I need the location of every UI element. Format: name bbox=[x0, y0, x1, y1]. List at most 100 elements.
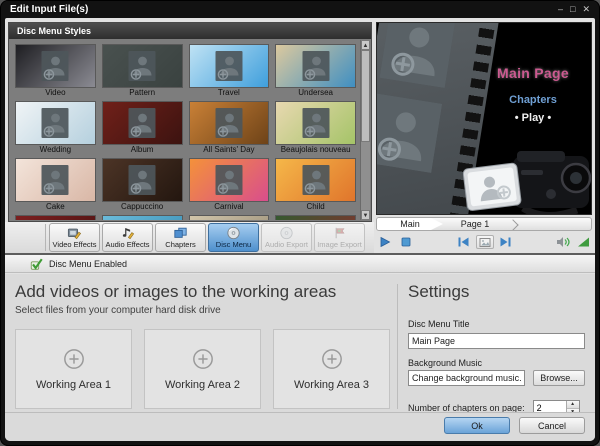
maximize-button[interactable]: □ bbox=[570, 5, 575, 14]
style-thumbnail[interactable] bbox=[189, 158, 270, 202]
working-area-label: Working Area 3 bbox=[294, 379, 369, 391]
speaker-icon bbox=[556, 236, 570, 248]
scroll-down-icon[interactable]: ▼ bbox=[361, 210, 370, 220]
working-area-1[interactable]: Working Area 1 bbox=[15, 329, 132, 409]
style-item-video[interactable]: Video bbox=[12, 42, 99, 99]
style-item-carnival[interactable]: Carnival bbox=[186, 156, 273, 213]
preview-chapters-link[interactable]: Chapters bbox=[481, 94, 585, 106]
style-thumbnail[interactable] bbox=[189, 101, 270, 145]
volume-button[interactable] bbox=[574, 235, 592, 249]
image-export-button[interactable]: Image Export bbox=[314, 223, 365, 252]
dialog-content: Disc Menu Styles Video Pattern bbox=[5, 18, 595, 441]
scroll-up-icon[interactable]: ▲ bbox=[361, 40, 370, 50]
person-placeholder-icon bbox=[215, 165, 242, 195]
style-item-undersea[interactable]: Undersea bbox=[272, 42, 359, 99]
image-export-icon bbox=[332, 226, 347, 240]
style-thumbnail[interactable] bbox=[275, 215, 356, 220]
skip-back-button[interactable] bbox=[455, 235, 473, 249]
working-area-2[interactable]: Working Area 2 bbox=[144, 329, 261, 409]
person-placeholder-icon bbox=[215, 51, 242, 81]
speaker-button[interactable] bbox=[554, 235, 572, 249]
style-thumbnail[interactable] bbox=[275, 158, 356, 202]
style-thumbnail[interactable] bbox=[15, 101, 96, 145]
style-thumbnail[interactable] bbox=[15, 158, 96, 202]
style-item-partial[interactable] bbox=[99, 213, 186, 220]
chapters-button[interactable]: Chapters bbox=[155, 223, 206, 252]
green-check-icon[interactable] bbox=[29, 257, 44, 271]
title-bar[interactable]: Edit Input File(s) – □ ✕ bbox=[0, 0, 600, 18]
style-label: Travel bbox=[189, 88, 270, 98]
cancel-button[interactable]: Cancel bbox=[519, 417, 585, 434]
person-placeholder-icon bbox=[302, 51, 329, 81]
video-effects-button[interactable]: Video Effects bbox=[49, 223, 100, 252]
style-item-wedding[interactable]: Wedding bbox=[12, 99, 99, 156]
skip-back-icon bbox=[457, 236, 470, 248]
style-thumbnail[interactable] bbox=[15, 215, 96, 220]
scrollbar-thumb[interactable] bbox=[361, 50, 370, 142]
styles-panel-header: Disc Menu Styles bbox=[9, 23, 371, 39]
spinner-up-icon[interactable]: ▲ bbox=[567, 401, 579, 409]
style-thumbnail[interactable] bbox=[275, 101, 356, 145]
person-placeholder-icon bbox=[42, 165, 69, 195]
working-area-label: Working Area 2 bbox=[165, 379, 240, 391]
working-area-3[interactable]: Working Area 3 bbox=[273, 329, 390, 409]
tab-page-1[interactable]: Page 1 bbox=[447, 218, 503, 230]
style-label: Wedding bbox=[15, 145, 96, 155]
style-item-child[interactable]: Child bbox=[272, 156, 359, 213]
style-thumbnail[interactable] bbox=[102, 101, 183, 145]
style-thumbnail[interactable] bbox=[275, 44, 356, 88]
disc-menu-title-input[interactable] bbox=[408, 333, 585, 349]
style-item-cappuccino[interactable]: Cappuccino bbox=[99, 156, 186, 213]
skip-forward-button[interactable] bbox=[497, 235, 515, 249]
style-thumbnail[interactable] bbox=[15, 44, 96, 88]
style-item-pattern[interactable]: Pattern bbox=[99, 42, 186, 99]
style-thumbnail[interactable] bbox=[102, 158, 183, 202]
style-thumbnail[interactable] bbox=[102, 44, 183, 88]
camcorder-image bbox=[463, 146, 592, 215]
person-placeholder-icon bbox=[42, 108, 69, 138]
style-item-partial[interactable] bbox=[186, 213, 273, 220]
style-item-partial[interactable] bbox=[272, 213, 359, 220]
disc-menu-title-label: Disc Menu Title bbox=[408, 319, 585, 329]
button-label: Image Export bbox=[317, 241, 362, 249]
video-effects-icon bbox=[67, 226, 82, 240]
close-button[interactable]: ✕ bbox=[582, 5, 590, 14]
disc-menu-button[interactable]: Disc Menu bbox=[208, 223, 259, 252]
style-thumbnail[interactable] bbox=[189, 44, 270, 88]
settings-heading: Settings bbox=[408, 282, 585, 302]
styles-scrollbar[interactable]: ▲ ▼ bbox=[360, 40, 370, 220]
style-item-travel[interactable]: Travel bbox=[186, 42, 273, 99]
minimize-button[interactable]: – bbox=[558, 5, 563, 14]
style-thumbnail[interactable] bbox=[102, 215, 183, 220]
audio-effects-button[interactable]: Audio Effects bbox=[102, 223, 153, 252]
add-plus-icon bbox=[192, 348, 214, 370]
audio-export-icon bbox=[279, 226, 294, 240]
button-label: Audio Effects bbox=[105, 241, 149, 249]
vertical-divider bbox=[397, 284, 398, 409]
menu-preview[interactable]: Main Page Chapters • Play • bbox=[376, 22, 592, 215]
style-item-beaujolais[interactable]: Beaujolais nouveau bbox=[272, 99, 359, 156]
styles-grid[interactable]: Video Pattern Travel bbox=[10, 40, 360, 220]
style-item-album[interactable]: Album bbox=[99, 99, 186, 156]
style-thumbnail[interactable] bbox=[189, 215, 270, 220]
play-button[interactable] bbox=[376, 235, 394, 249]
style-label: Beaujolais nouveau bbox=[275, 145, 356, 155]
style-item-all-saints-day[interactable]: All Saints' Day bbox=[186, 99, 273, 156]
disc-menu-enabled-label: Disc Menu Enabled bbox=[49, 259, 127, 269]
preview-play-link[interactable]: • Play • bbox=[481, 112, 585, 124]
style-item-partial[interactable] bbox=[12, 213, 99, 220]
stop-button[interactable] bbox=[397, 235, 415, 249]
browse-button[interactable]: Browse... bbox=[533, 370, 585, 386]
ok-button[interactable]: Ok bbox=[444, 417, 510, 434]
button-label: Disc Menu bbox=[216, 241, 251, 249]
style-item-cake[interactable]: Cake bbox=[12, 156, 99, 213]
style-label: Cake bbox=[15, 202, 96, 212]
person-placeholder-icon bbox=[129, 165, 156, 195]
toolbar-separator bbox=[45, 224, 46, 251]
background-music-input[interactable] bbox=[408, 370, 525, 386]
audio-export-button[interactable]: Audio Export bbox=[261, 223, 312, 252]
snapshot-button[interactable] bbox=[476, 235, 494, 249]
style-label: Carnival bbox=[189, 202, 270, 212]
chapters-icon bbox=[173, 226, 188, 240]
tab-main[interactable]: Main bbox=[377, 218, 443, 230]
